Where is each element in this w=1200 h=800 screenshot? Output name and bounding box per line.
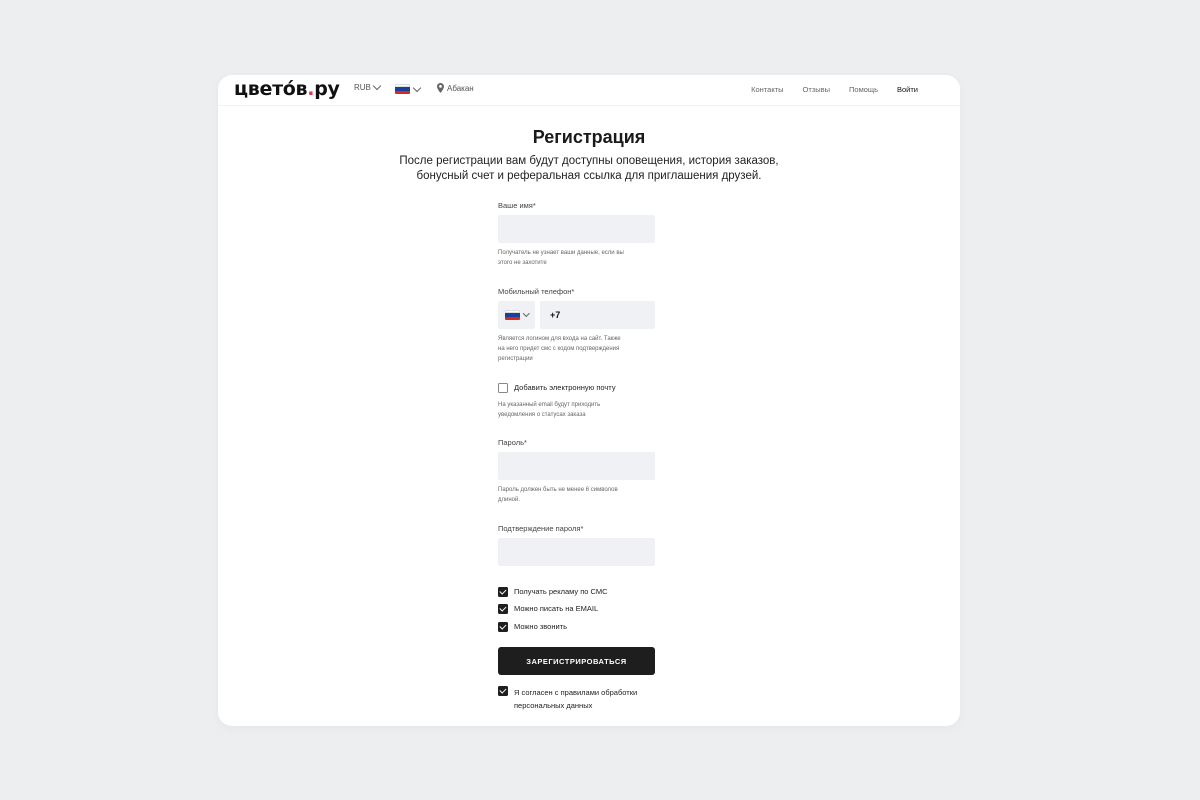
hint-line: Пароль должен быть не менее 6 символов [498,487,618,493]
name-hint: Получатель не узнает ваши данные, если в… [498,248,655,268]
top-bar: цветóв.ру RUB Абакан Контакты Отзывы Пом… [218,75,960,106]
checkbox-checked-icon [498,686,508,696]
name-input[interactable] [498,215,655,243]
add-email-label: Добавить электронную почту [514,383,616,392]
site-logo[interactable]: цветóв.ру [234,77,340,101]
top-nav: Контакты Отзывы Помощь Войти [751,85,918,94]
currency-selector[interactable]: RUB [354,81,382,92]
consent-sms-label: Получать рекламу по СМС [514,587,608,596]
hint-line: уведомления о статусах заказа [498,412,586,418]
page-title: Регистрация [532,127,646,147]
register-button[interactable]: ЗАРЕГИСТРИРОВАТЬСЯ [498,647,655,675]
consent-call-checkbox[interactable]: Можно звонить [498,622,567,632]
password-confirm-input[interactable] [498,538,655,566]
checkbox-checked-icon [498,622,508,632]
consent-email-label: Можно писать на EMAIL [514,604,599,613]
logo-tld: ру [314,78,340,100]
phone-value: +7 [550,310,561,320]
phone-hint: Является логином для входа на сайт. Такж… [498,334,655,364]
hint-line: на него придет смс с кодом подтверждения [498,346,620,352]
ru-flag-icon [395,84,410,94]
agreement-line: персональных данных [514,701,593,710]
nav-login[interactable]: Войти [897,85,918,94]
ru-flag-icon [504,310,520,320]
agreement-checkbox[interactable]: Я согласен с правилами обработки персона… [498,686,637,712]
agreement-line: Я согласен с правилами обработки [514,688,638,697]
registration-window: цветóв.ру RUB Абакан Контакты Отзывы Пом… [218,75,960,726]
agreement-label: Я согласен с правилами обработки персона… [514,686,637,712]
password-hint: Пароль должен быть не менее 6 символов д… [498,485,655,505]
password-label: Пароль* [498,438,527,447]
chevron-down-icon [412,83,422,92]
language-selector[interactable] [395,83,422,94]
checkbox-checked-icon [498,604,508,614]
nav-help[interactable]: Помощь [849,85,878,94]
phone-country-selector[interactable] [498,301,535,329]
city-label: Абакан [447,83,474,93]
phone-input[interactable]: +7 [540,301,655,329]
hint-line: Является логином для входа на сайт. Такж… [498,336,621,342]
checkbox-checked-icon [498,587,508,597]
currency-label: RUB [354,83,371,92]
subtitle-line: После регистрации вам будут доступны опо… [399,155,779,167]
nav-contacts[interactable]: Контакты [751,85,783,94]
chevron-down-icon [522,310,530,317]
password-confirm-label: Подтверждение пароля* [498,524,584,533]
email-hint: На указанный email будут приходить уведо… [498,400,655,420]
nav-reviews[interactable]: Отзывы [803,85,830,94]
hint-line: регистрации [498,356,533,362]
add-email-checkbox[interactable]: Добавить электронную почту [498,383,616,393]
name-label: Ваше имя* [498,201,536,210]
consent-email-checkbox[interactable]: Можно писать на EMAIL [498,604,598,614]
hint-line: длиной. [498,497,521,503]
password-input[interactable] [498,452,655,480]
city-selector[interactable]: Абакан [437,83,474,93]
hint-line: этого не захотите [498,260,547,266]
consent-sms-checkbox[interactable]: Получать рекламу по СМС [498,587,608,597]
chevron-down-icon [372,81,382,91]
checkbox-icon [498,383,508,393]
consent-call-label: Можно звонить [514,622,568,631]
phone-label: Мобильный телефон* [498,287,575,296]
logo-text: цветóв [234,78,308,100]
subtitle-line: бонусный счет и реферальная ссылка для п… [416,170,762,182]
location-pin-icon [437,83,444,93]
page-subtitle: После регистрации вам будут доступны опо… [358,154,820,184]
hint-line: На указанный email будут приходить [498,402,601,408]
hint-line: Получатель не узнает ваши данные, если в… [498,250,624,256]
